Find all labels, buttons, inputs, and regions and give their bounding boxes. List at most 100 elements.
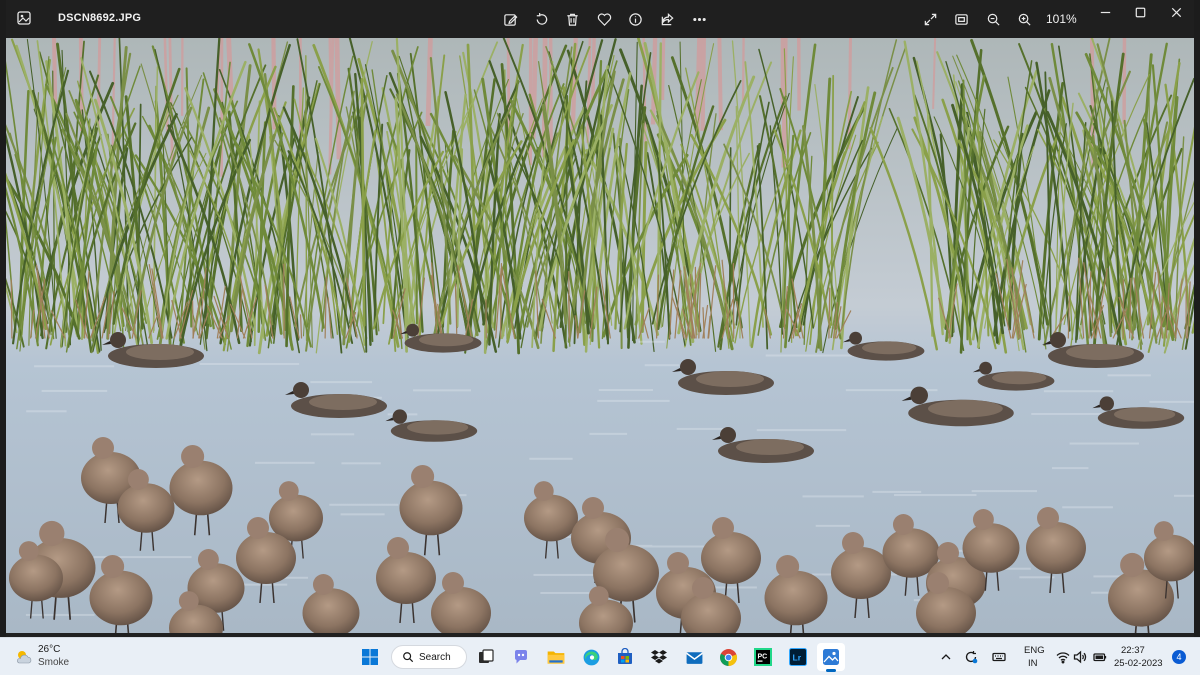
mail-icon[interactable] xyxy=(680,643,708,671)
water-ripple xyxy=(638,340,665,343)
minimize-icon[interactable] xyxy=(1094,1,1116,23)
clock-date[interactable]: 25-02-2023 xyxy=(1114,658,1163,669)
water-ripple xyxy=(540,591,591,594)
water-ripple xyxy=(310,433,355,436)
zoom-level[interactable]: 101% xyxy=(1046,12,1077,26)
start-icon[interactable] xyxy=(356,643,384,671)
dry-reed xyxy=(694,266,697,339)
water-ripple xyxy=(341,462,381,465)
water-ripple xyxy=(329,503,399,506)
water-ripple xyxy=(1107,374,1151,377)
water-ripple xyxy=(872,490,922,493)
photos-icon[interactable] xyxy=(817,643,845,672)
dropbox-icon[interactable] xyxy=(645,643,673,671)
maximize-icon[interactable] xyxy=(1129,1,1151,23)
dry-reed xyxy=(191,300,194,339)
water-ripple xyxy=(597,399,670,402)
wifi-icon[interactable] xyxy=(1055,649,1071,665)
favorite-icon[interactable] xyxy=(593,8,615,30)
store-icon[interactable] xyxy=(611,643,639,671)
flamingo-leg xyxy=(425,38,433,127)
water-ripple xyxy=(1019,576,1055,579)
pycharm-label: PC xyxy=(758,654,768,661)
photos-app-window: DSCN8692.JPG 101% xyxy=(6,0,1194,637)
water-ripple xyxy=(815,524,850,527)
search-label: Search xyxy=(419,651,451,663)
water-ripple xyxy=(1173,494,1194,497)
zoom-in-icon[interactable] xyxy=(1013,8,1035,30)
pycharm-icon[interactable]: PC xyxy=(749,643,777,671)
volume-icon[interactable] xyxy=(1072,649,1088,665)
chrome-icon[interactable] xyxy=(714,643,742,671)
water-ripple xyxy=(1062,506,1113,509)
title-bar: DSCN8692.JPG 101% xyxy=(6,0,1194,38)
delete-icon[interactable] xyxy=(561,8,583,30)
share-icon[interactable] xyxy=(656,8,678,30)
water-ripple xyxy=(25,613,95,616)
sync-icon[interactable] xyxy=(963,649,979,665)
info-icon[interactable] xyxy=(624,8,646,30)
photos-app-icon xyxy=(16,10,32,26)
water-ripple xyxy=(1051,467,1089,470)
water-ripple xyxy=(41,389,108,392)
flamingo-leg xyxy=(334,38,342,160)
water-ripple xyxy=(254,461,315,464)
input-region-indicator[interactable]: IN xyxy=(1028,658,1038,669)
rotate-icon[interactable] xyxy=(530,8,552,30)
edge-icon[interactable] xyxy=(577,643,605,671)
taskbar: 26°C Smoke Search PC Lr ENG IN 22:37 25-… xyxy=(0,637,1200,675)
fullscreen-icon[interactable] xyxy=(919,8,941,30)
taskbar-search-box[interactable]: Search xyxy=(391,645,467,669)
task-view-icon[interactable] xyxy=(472,643,500,671)
water-ripple xyxy=(310,381,373,384)
weather-icon[interactable] xyxy=(14,648,34,666)
water-ripple xyxy=(589,432,628,435)
notification-badge[interactable]: 4 xyxy=(1172,650,1186,664)
water-ripple xyxy=(676,427,725,430)
weather-condition[interactable]: Smoke xyxy=(38,657,69,668)
flamingo-leg xyxy=(700,38,707,131)
flamingo-leg xyxy=(741,38,745,105)
water-ripple xyxy=(529,457,573,460)
photo-viewport[interactable] xyxy=(6,38,1194,633)
water-ripple xyxy=(765,354,856,357)
chevron-up-icon[interactable] xyxy=(938,649,954,665)
water-ripple xyxy=(1069,442,1139,445)
fit-window-icon[interactable] xyxy=(950,8,972,30)
file-explorer-icon[interactable] xyxy=(542,643,570,671)
water-ripple xyxy=(802,495,864,498)
search-icon xyxy=(403,652,414,663)
water-ripple xyxy=(894,494,977,497)
water-ripple xyxy=(413,389,472,392)
edit-image-icon[interactable] xyxy=(499,8,521,30)
flamingo-leg xyxy=(661,38,666,100)
water-ripple xyxy=(756,429,847,432)
weather-temperature[interactable]: 26°C xyxy=(38,644,60,655)
water-ripple xyxy=(34,365,115,368)
water-ripple xyxy=(1149,400,1194,403)
flamingo-leg xyxy=(717,38,723,131)
language-indicator[interactable]: ENG xyxy=(1024,645,1045,656)
dry-reed xyxy=(568,270,571,339)
water-ripple xyxy=(199,363,300,366)
wetland-birds-photo xyxy=(6,38,1194,633)
reed-stem xyxy=(305,55,308,342)
water-ripple xyxy=(971,490,1037,493)
water-ripple xyxy=(1043,390,1114,393)
clock-time[interactable]: 22:37 xyxy=(1121,645,1145,656)
water-ripple xyxy=(340,513,385,516)
dry-reed xyxy=(828,287,831,339)
lightroom-label: Lr xyxy=(793,653,802,663)
zoom-out-icon[interactable] xyxy=(982,8,1004,30)
lightroom-icon[interactable]: Lr xyxy=(784,643,812,671)
dry-reed xyxy=(10,279,13,339)
file-name: DSCN8692.JPG xyxy=(58,12,142,24)
water-ripple xyxy=(644,364,680,367)
chat-icon[interactable] xyxy=(507,643,535,671)
more-icon[interactable] xyxy=(688,8,710,30)
reed-stem xyxy=(728,147,732,328)
battery-icon[interactable] xyxy=(1092,649,1108,665)
water-ripple xyxy=(1031,412,1110,415)
close-icon[interactable] xyxy=(1165,1,1187,23)
keyboard-icon[interactable] xyxy=(991,649,1007,665)
